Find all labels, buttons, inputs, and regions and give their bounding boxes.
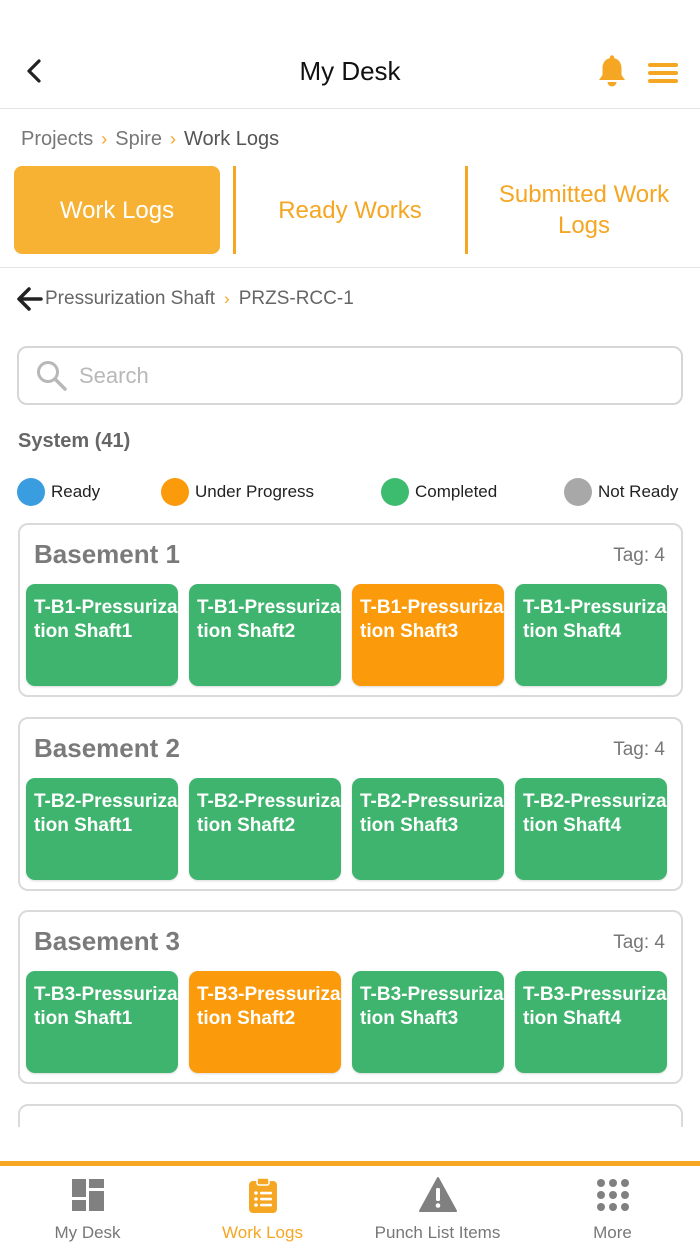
bell-icon (599, 55, 625, 87)
dashboard-icon (72, 1179, 104, 1211)
legend-completed: Completed (381, 478, 497, 506)
nav-label: More (593, 1223, 632, 1242)
chevron-right-icon: › (224, 289, 230, 308)
legend-ready: Ready (17, 478, 100, 506)
tab-ready-works[interactable]: Ready Works (236, 166, 464, 254)
system-tile[interactable]: T-B3-Pressurization Shaft2 (189, 971, 341, 1073)
clipboard-list-icon (249, 1177, 277, 1213)
legend-dot (17, 478, 45, 506)
legend-label: Under Progress (195, 482, 315, 501)
system-group-card: Basement 1 Tag: 4 T-B1-Pressurization Shaf… (18, 523, 683, 697)
tab-divider (465, 166, 468, 254)
nav-my-desk[interactable]: My Desk (0, 1166, 175, 1244)
breadcrumb-spire[interactable]: Spire (115, 128, 162, 151)
system-tile[interactable]: T-B1-Pressurization Shaft4 (515, 584, 667, 686)
breadcrumb: Projects › Spire › Work Logs (21, 124, 279, 154)
grid-dots-icon (597, 1179, 629, 1211)
tab-bar: Work Logs Ready Works Submitted Work Log… (0, 166, 700, 254)
legend-dot (564, 478, 592, 506)
breadcrumb-work-logs: Work Logs (183, 127, 280, 150)
system-tile[interactable]: T-B1-Pressurization Shaft1 (26, 584, 178, 686)
nav-more[interactable]: More (525, 1166, 700, 1244)
legend-label: Ready (51, 482, 101, 501)
system-group-card: Basement 2 Tag: 4 T-B2-Pressurization Shaf… (18, 717, 683, 891)
legend-dot (161, 478, 189, 506)
nav-label: Punch List Items (374, 1223, 501, 1242)
warning-icon (419, 1177, 457, 1212)
system-tile[interactable]: T-B3-Pressurization Shaft4 (515, 971, 667, 1073)
app-header: My Desk (0, 0, 700, 109)
nav-label: My Desk (54, 1223, 121, 1242)
legend-under-progress: Under Progress (161, 478, 314, 506)
group-tag-count: Tag: 4 (613, 545, 665, 566)
group-tag-count: Tag: 4 (613, 932, 665, 953)
system-tile[interactable]: T-B2-Pressurization Shaft2 (189, 778, 341, 880)
menu-icon (648, 63, 678, 83)
notification-button[interactable] (596, 55, 628, 89)
system-list[interactable]: Basement 1 Tag: 4 T-B1-Pressurization Shaf… (0, 510, 700, 1127)
system-count: System (41) (18, 430, 131, 452)
page-title: My Desk (299, 56, 401, 86)
system-tile[interactable]: T-B2-Pressurization Shaft4 (515, 778, 667, 880)
system-tile[interactable]: T-B3-Pressurization Shaft1 (26, 971, 178, 1073)
tab-work-logs[interactable]: Work Logs (14, 166, 220, 254)
group-tag-count: Tag: 4 (613, 739, 665, 760)
system-group-card: Basement 3 Tag: 4 T-B3-Pressurization Shaf… (18, 910, 683, 1084)
chevron-right-icon: › (101, 128, 108, 149)
nav-label: Work Logs (222, 1223, 303, 1242)
system-tile[interactable]: T-B2-Pressurization Shaft1 (26, 778, 178, 880)
system-tile[interactable]: T-B1-Pressurization Shaft3 (352, 584, 504, 686)
bottom-nav: My Desk Work Logs Punch List Items More (0, 1161, 700, 1244)
sub-breadcrumb-shaft[interactable]: Pressurization Shaft (45, 288, 215, 310)
search-box (17, 346, 683, 405)
sub-breadcrumb-code: PRZS-RCC-1 (238, 288, 354, 309)
breadcrumb-projects[interactable]: Projects (21, 128, 93, 151)
system-group-card-partial (18, 1104, 683, 1127)
legend-dot (381, 478, 409, 506)
nav-work-logs[interactable]: Work Logs (175, 1166, 350, 1244)
legend-label: Completed (415, 482, 498, 501)
search-icon (37, 360, 67, 391)
hamburger-menu-button[interactable] (646, 56, 680, 88)
tab-submitted-work-logs[interactable]: Submitted Work Logs (478, 166, 690, 254)
sub-breadcrumb: Pressurization Shaft › PRZS-RCC-1 (17, 284, 354, 314)
nav-punch-list-items[interactable]: Punch List Items (350, 1166, 525, 1244)
arrow-left-icon[interactable] (17, 286, 43, 312)
group-title: Basement 1 (34, 539, 180, 569)
group-title: Basement 2 (34, 733, 180, 763)
system-tile[interactable]: T-B3-Pressurization Shaft3 (352, 971, 504, 1073)
legend-label: Not Ready (598, 482, 679, 501)
system-tile[interactable]: T-B2-Pressurization Shaft3 (352, 778, 504, 880)
chevron-right-icon: › (169, 128, 176, 149)
system-tile[interactable]: T-B1-Pressurization Shaft2 (189, 584, 341, 686)
legend-not-ready: Not Ready (564, 478, 678, 506)
group-title: Basement 3 (34, 926, 180, 956)
divider (0, 267, 700, 268)
search-input[interactable] (79, 362, 639, 389)
